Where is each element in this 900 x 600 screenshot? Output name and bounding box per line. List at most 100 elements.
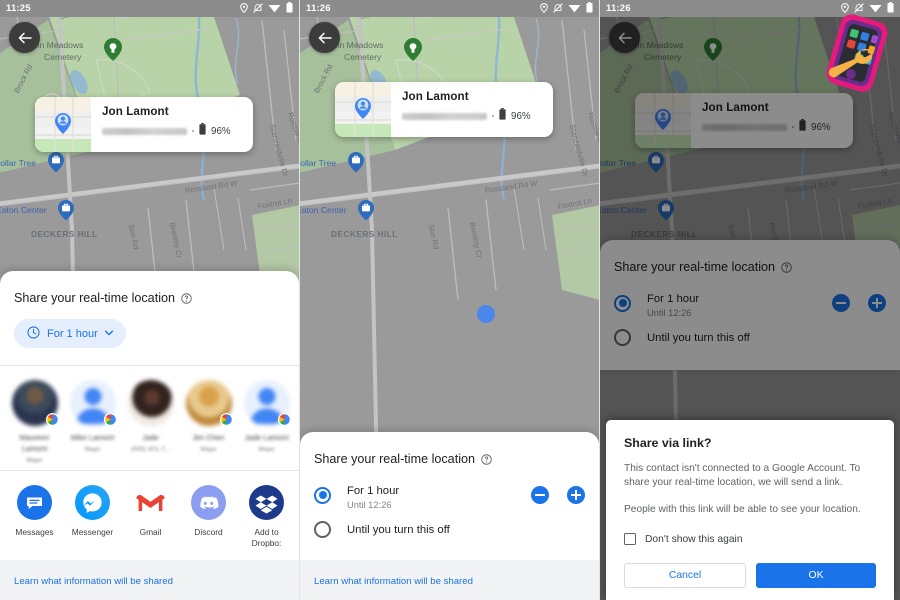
minus-icon[interactable] — [531, 486, 549, 504]
clock-icon — [27, 325, 40, 342]
google-badge — [219, 413, 233, 426]
share-app-item[interactable]: Messenger — [68, 485, 117, 548]
battery-glyph — [199, 122, 206, 140]
sheet-title-row: Share your real-time location — [300, 432, 599, 466]
avatar — [243, 380, 291, 426]
dont-show-again-checkbox[interactable] — [624, 533, 636, 545]
dialog-body-1: This contact isn't connected to a Google… — [624, 462, 861, 489]
radio-button[interactable] — [314, 520, 331, 538]
phone-wrench-logo — [818, 12, 896, 94]
share-location-sheet: Share your real-time location For 1 hour M… — [0, 271, 299, 600]
google-badge — [277, 413, 291, 426]
contact-item[interactable]: Maureen Lamont Maps — [10, 380, 59, 464]
separator-dot — [492, 115, 494, 117]
avatar — [185, 380, 233, 426]
contact-app: (905) 401-7... — [130, 446, 171, 453]
contact-item[interactable]: Jade Lamont Maps — [242, 380, 291, 464]
share-app-item[interactable]: Discord — [184, 485, 233, 548]
battery-percent: 96% — [511, 110, 531, 122]
duration-chip-label: For 1 hour — [47, 327, 98, 340]
map-label: DECKERS HILL — [31, 229, 98, 239]
dont-show-again-row[interactable]: Don't show this again — [624, 533, 876, 545]
contact-app: Maps — [200, 446, 217, 453]
avatar — [11, 380, 59, 426]
contact-name: Mike Lamont — [70, 433, 115, 442]
messenger-icon — [75, 485, 110, 520]
panel-3: Duffin MeadowsCemeteryBrock RdDollar Tre… — [600, 0, 900, 600]
person-name: Jon Lamont — [402, 90, 469, 103]
share-location-sheet: Share your real-time location For 1 hour U… — [300, 432, 599, 600]
battery-icon — [586, 0, 593, 18]
contact-item[interactable]: Mike Lamont Maps — [68, 380, 117, 464]
plus-icon[interactable] — [567, 486, 585, 504]
help-circle-icon[interactable] — [481, 453, 492, 465]
contact-app: Maps — [258, 446, 275, 453]
learn-more-bar[interactable]: Learn what information will be shared — [300, 560, 599, 600]
share-app-label: Gmail — [139, 527, 162, 537]
wifi-icon — [568, 0, 581, 18]
location-pin-icon — [240, 0, 248, 18]
contact-item[interactable]: Jade (905) 401-7... — [126, 380, 175, 464]
duration-option-row[interactable]: Until you turn this off — [314, 512, 585, 546]
dialog-title: Share via link? — [624, 435, 712, 450]
contact-item[interactable]: Jim Chen Maps — [184, 380, 233, 464]
dont-show-again-label: Don't show this again — [645, 533, 743, 545]
map-label: Eaton Center — [0, 205, 47, 215]
contact-name: Jade — [142, 433, 159, 442]
map-label: Cemetery — [344, 52, 382, 62]
sheet-title: Share your real-time location — [314, 452, 475, 466]
learn-more-link[interactable]: Learn what information will be shared — [14, 576, 173, 587]
status-time: 11:26 — [306, 3, 331, 14]
learn-more-bar[interactable]: Learn what information will be shared — [0, 560, 299, 600]
share-app-label: Discord — [194, 527, 223, 537]
share-app-label: Add to Dropbo: — [251, 527, 282, 548]
dropbox-icon — [249, 485, 284, 520]
share-app-item[interactable]: Gmail — [126, 485, 175, 548]
google-badge — [103, 413, 117, 426]
share-app-item[interactable]: Add to Dropbo: — [242, 485, 291, 548]
option-label: Until you turn this off — [347, 524, 450, 536]
panel-2: Duffin MeadowsCemeteryBrock RdDollar Tre… — [300, 0, 600, 600]
share-app-item[interactable]: Messages — [10, 485, 59, 548]
map-label: DECKERS HILL — [331, 229, 398, 239]
separator-dot — [192, 130, 194, 132]
learn-more-link[interactable]: Learn what information will be shared — [314, 576, 473, 587]
wifi-icon — [268, 0, 281, 18]
person-info-card[interactable]: Jon Lamont 96% — [335, 82, 553, 137]
dialog-body-2: People with this link will be able to se… — [624, 503, 861, 515]
status-bar: 11:26 — [300, 0, 599, 17]
notifications-off-icon — [253, 0, 263, 18]
option-sublabel: Until 12:26 — [347, 499, 392, 510]
person-name: Jon Lamont — [102, 105, 169, 118]
chevron-down-icon — [104, 329, 113, 338]
option-label: For 1 hour — [347, 484, 400, 497]
duration-chip[interactable]: For 1 hour — [14, 319, 126, 348]
share-via-link-dialog: Share via link? This contact isn't connec… — [606, 419, 894, 600]
sheet-title: Share your real-time location — [14, 291, 175, 305]
discord-icon — [191, 485, 226, 520]
back-button[interactable] — [309, 22, 340, 53]
mini-map-thumbnail — [35, 97, 91, 152]
battery-glyph — [499, 107, 506, 125]
status-time: 11:26 — [606, 3, 631, 14]
duration-option-row[interactable]: For 1 hour Until 12:26 — [314, 478, 585, 512]
help-circle-icon[interactable] — [181, 292, 192, 304]
status-bar: 11:25 — [0, 0, 299, 17]
contact-name: Jim Chen — [192, 433, 225, 442]
gmail-icon — [133, 485, 168, 520]
cancel-button[interactable]: Cancel — [624, 563, 746, 588]
back-button[interactable] — [9, 22, 40, 53]
map-label: Eaton Center — [300, 205, 347, 215]
contact-app: Maps — [26, 457, 43, 464]
three-panel-screenshot: Duffin MeadowsCemeteryBrock RdDollar Tre… — [0, 0, 900, 600]
ok-button[interactable]: OK — [756, 563, 876, 588]
battery-percent: 96% — [211, 125, 231, 137]
panel-1: Duffin MeadowsCemeteryBrock RdDollar Tre… — [0, 0, 300, 600]
person-info-card[interactable]: Jon Lamont 96% — [35, 97, 253, 152]
duration-options: For 1 hour Until 12:26 Until you turn this… — [300, 466, 599, 560]
contact-app: Maps — [84, 446, 101, 453]
contact-name: Jade Lamont — [244, 433, 289, 442]
radio-button[interactable] — [314, 486, 331, 504]
person-address-redacted — [402, 112, 487, 120]
person-address-redacted — [102, 127, 187, 135]
